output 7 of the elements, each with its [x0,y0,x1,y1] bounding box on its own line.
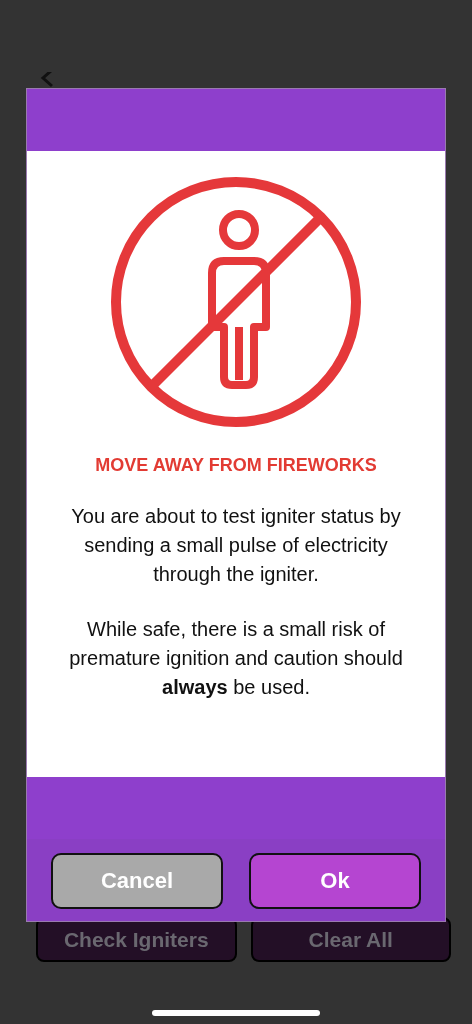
no-person-icon [109,175,363,429]
ok-button[interactable]: Ok [249,853,421,909]
cancel-button[interactable]: Cancel [51,853,223,909]
warning-title: MOVE AWAY FROM FIREWORKS [95,455,377,476]
warning-paragraph: You are about to test igniter status by sending a small pulse of electricity through the igniter. [70,504,402,587]
warning-paragraph: While safe, there is a small risk of premature ignition and caution should always be used. [68,617,404,700]
back-chevron-icon[interactable] [40,72,54,88]
